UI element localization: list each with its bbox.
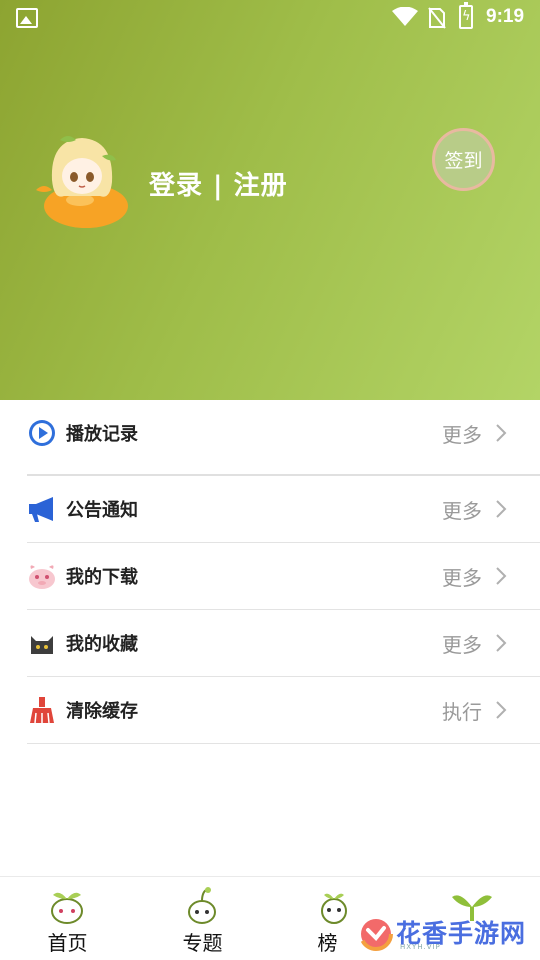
chevron-right-icon <box>496 701 507 719</box>
sprout-topic-icon <box>188 887 216 924</box>
menu-item-label: 播放记录 <box>66 424 138 445</box>
divider <box>27 474 540 476</box>
watermark-subtext: HXYH.VIP <box>400 943 441 951</box>
menu-item-label: 我的收藏 <box>66 634 138 655</box>
no-sim-icon <box>428 7 446 29</box>
tab-topics[interactable]: 专题 <box>135 877 270 960</box>
tab-label: 首页 <box>47 931 88 955</box>
menu-item-action[interactable]: 更多 <box>442 629 482 658</box>
menu-item-action[interactable]: 更多 <box>442 419 482 448</box>
sprout-home-icon <box>51 892 83 924</box>
black-cat-icon <box>31 636 53 654</box>
menu-item-favorites[interactable]: 我的收藏 更多 <box>27 626 540 660</box>
tab-label: 专题 <box>182 931 223 955</box>
battery-charging-icon: ϟ <box>459 2 473 29</box>
divider <box>27 609 540 610</box>
chevron-right-icon <box>496 500 507 518</box>
play-circle-icon <box>29 420 55 446</box>
menu-item-clear-cache[interactable]: 清除缓存 执行 <box>27 693 540 727</box>
chevron-right-icon <box>496 567 507 585</box>
divider <box>27 542 540 543</box>
menu-item-downloads[interactable]: 我的下载 更多 <box>27 559 540 593</box>
sprout-rank-icon <box>321 893 347 924</box>
menu-item-play-history[interactable]: 播放记录 更多 <box>27 416 540 450</box>
broom-icon <box>30 697 54 724</box>
menu-item-action[interactable]: 执行 <box>442 696 482 725</box>
checkin-button[interactable]: 签到 <box>432 128 495 191</box>
menu-item-action[interactable]: 更多 <box>442 562 482 591</box>
app-root: ϟ 9:19 登录 | 注册 签到 播放记录 更多 公告通知 更多 我的下载 更… <box>0 0 540 960</box>
divider <box>27 743 540 744</box>
menu-item-label: 我的下载 <box>66 567 138 588</box>
menu-item-action[interactable]: 更多 <box>442 495 482 524</box>
menu-item-announcements[interactable]: 公告通知 更多 <box>27 492 540 526</box>
megaphone-icon <box>29 497 53 522</box>
status-bar: ϟ 9:19 <box>0 0 540 36</box>
status-time: 9:19 <box>486 6 525 27</box>
avatar[interactable] <box>30 130 132 232</box>
menu-item-label: 公告通知 <box>66 500 138 521</box>
watermark: 花香手游网 HXYH.VIP <box>356 910 536 956</box>
profile-header: ϟ 9:19 登录 | 注册 签到 <box>0 0 540 400</box>
chevron-right-icon <box>496 634 507 652</box>
tab-home[interactable]: 首页 <box>0 877 135 960</box>
menu-item-label: 清除缓存 <box>66 701 138 722</box>
pink-creature-icon <box>29 565 55 589</box>
chevron-right-icon <box>496 424 507 442</box>
wifi-icon <box>392 7 418 26</box>
divider <box>27 676 540 677</box>
login-register-link[interactable]: 登录 | 注册 <box>149 165 288 202</box>
gallery-notification-icon <box>16 8 38 28</box>
watermark-logo-icon <box>359 917 393 951</box>
